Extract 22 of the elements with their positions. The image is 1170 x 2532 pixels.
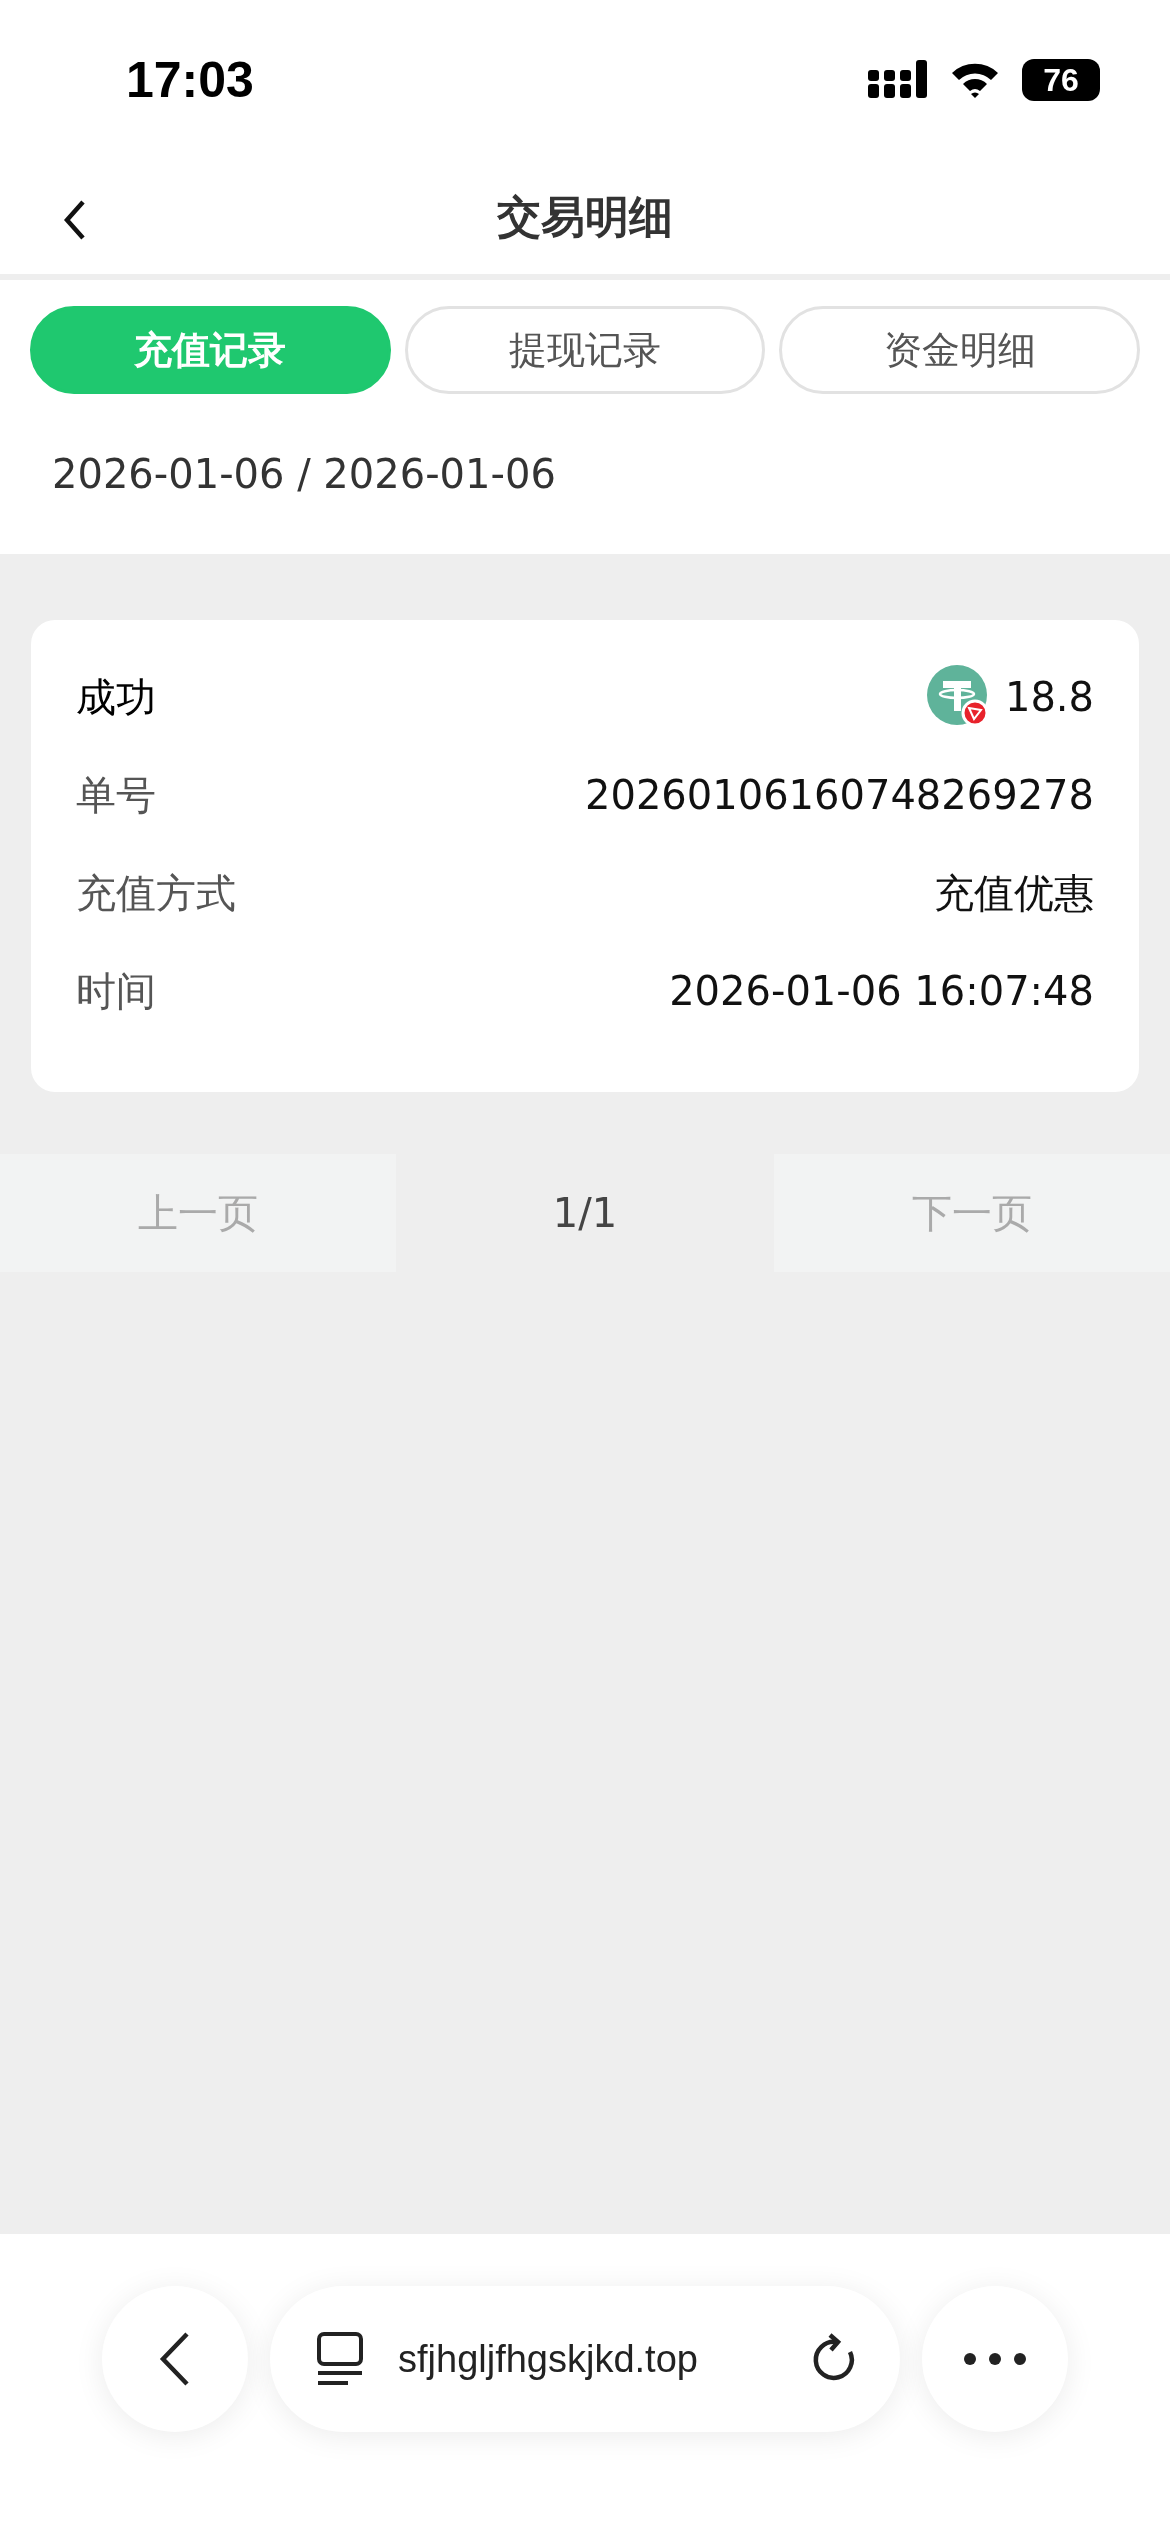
wifi-icon bbox=[950, 61, 1000, 99]
more-icon[interactable] bbox=[963, 2352, 1027, 2366]
amount-value: 18.8 bbox=[1004, 674, 1094, 720]
tab[interactable]: 资金明细 bbox=[779, 306, 1140, 394]
tabs-icon[interactable] bbox=[316, 2331, 364, 2387]
url-text: sfjhgljfhgskjkd.top bbox=[398, 2337, 699, 2381]
field-value: 20260106160748269278 bbox=[585, 772, 1094, 818]
status-time: 17:03 bbox=[126, 51, 254, 109]
tab[interactable]: 提现记录 bbox=[404, 306, 766, 394]
address-bar[interactable]: sfjhgljfhgskjkd.top bbox=[270, 2286, 900, 2432]
field-label: 成功 bbox=[76, 672, 156, 722]
field-label: 充值方式 bbox=[76, 868, 236, 918]
field-label: 时间 bbox=[76, 966, 156, 1016]
page-indicator: 1/1 bbox=[551, 1189, 619, 1238]
signal-icon bbox=[868, 60, 928, 100]
battery-level: 76 bbox=[1022, 59, 1100, 101]
back-icon[interactable] bbox=[158, 2331, 192, 2387]
field-value: 2026-01-06 16:07:48 bbox=[669, 968, 1094, 1014]
field-label: 单号 bbox=[76, 770, 156, 820]
date-range[interactable]: 2026-01-06 / 2026-01-06 bbox=[52, 451, 556, 497]
page-title: 交易明细 bbox=[497, 189, 673, 244]
field-value: 充值优惠 bbox=[934, 868, 1094, 918]
